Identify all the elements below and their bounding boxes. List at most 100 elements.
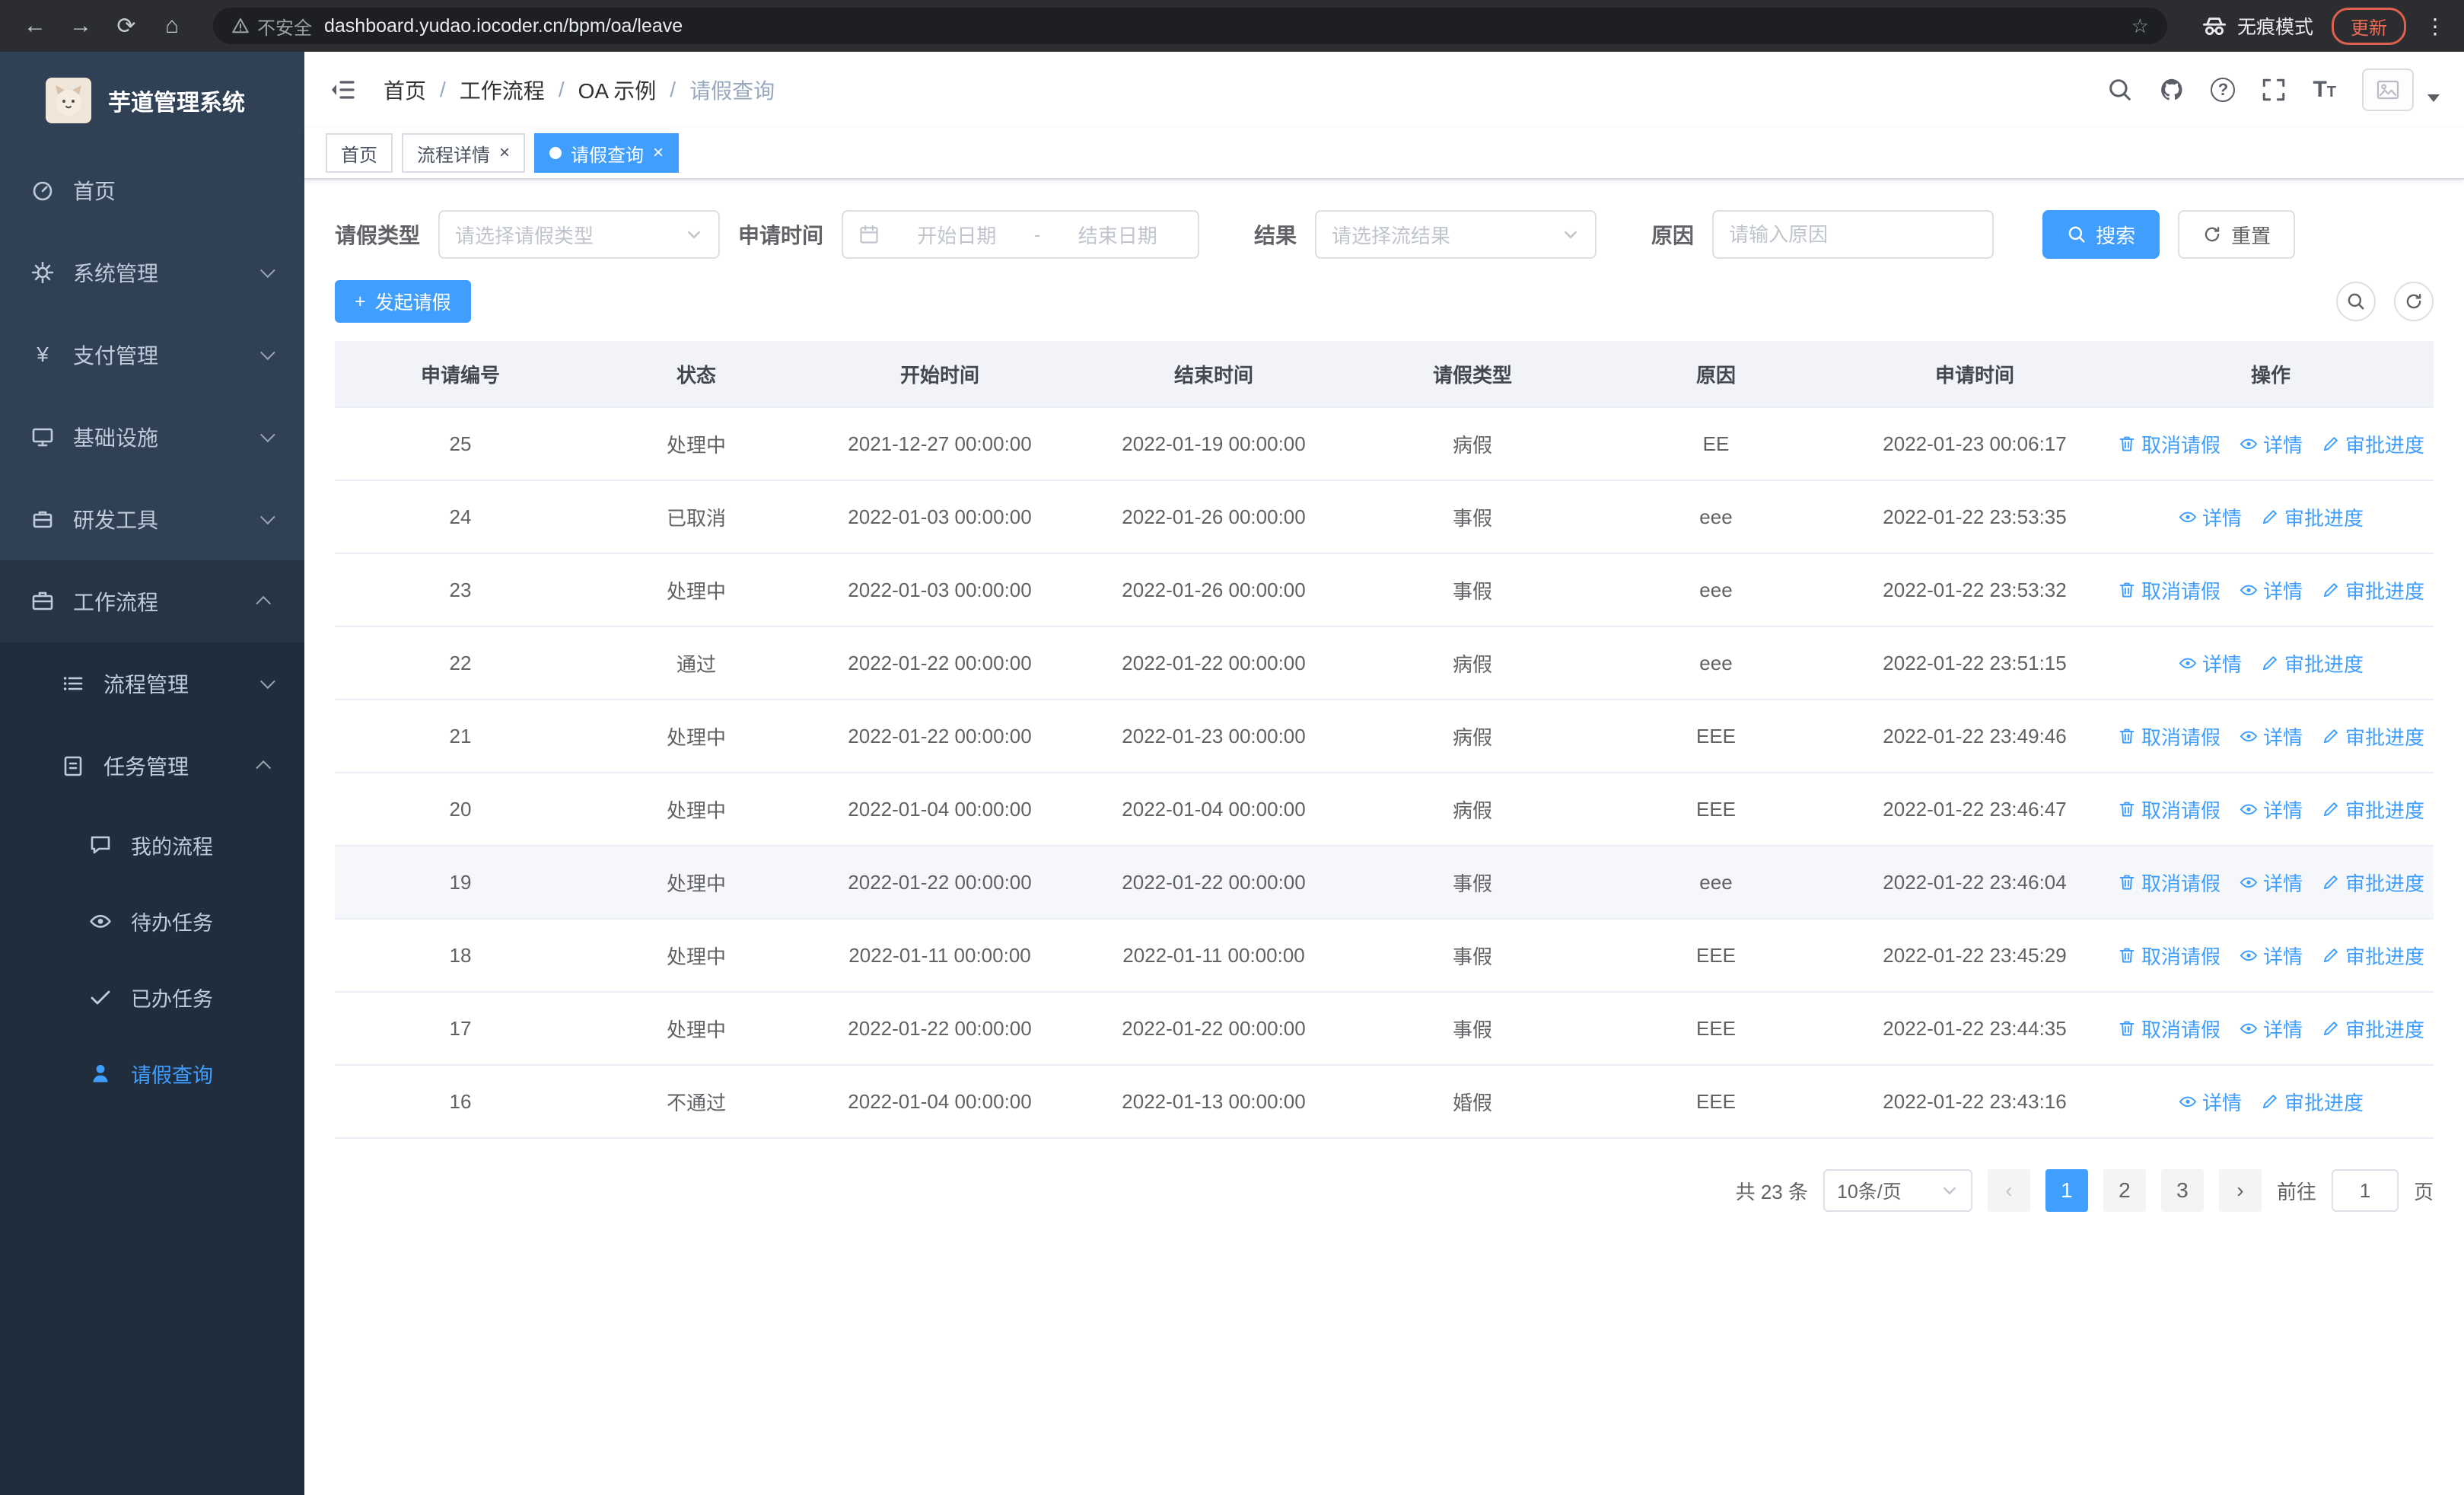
detail-link[interactable]: 详情 — [2239, 869, 2303, 897]
approval-progress-link[interactable]: 审批进度 — [2321, 1015, 2424, 1043]
breadcrumb-item[interactable]: 首页 — [384, 75, 426, 105]
apply-time-range-picker[interactable]: 开始日期 - 结束日期 — [842, 210, 1200, 259]
cell-actions: 取消请假 详情 审批进度 — [2108, 1015, 2434, 1043]
reason-input[interactable] — [1712, 210, 1994, 259]
create-leave-button[interactable]: + 发起请假 — [335, 280, 471, 323]
dashboard-icon — [33, 181, 53, 201]
cell-reason: eee — [1699, 578, 1733, 601]
sidebar-item-task-management[interactable]: 任务管理 — [0, 725, 304, 807]
detail-link[interactable]: 详情 — [2178, 1088, 2242, 1116]
cancel-leave-link[interactable]: 取消请假 — [2117, 430, 2220, 458]
approval-progress-link[interactable]: 审批进度 — [2260, 649, 2364, 677]
cancel-leave-link[interactable]: 取消请假 — [2117, 722, 2220, 751]
sidebar-item-todo-tasks[interactable]: 待办任务 — [0, 883, 304, 959]
result-select[interactable]: 请选择流结果 — [1315, 210, 1597, 259]
search-button[interactable]: 搜索 — [2042, 210, 2160, 259]
approval-progress-link[interactable]: 审批进度 — [2321, 722, 2424, 751]
back-button[interactable]: ← — [15, 8, 55, 44]
approval-progress-link[interactable]: 审批进度 — [2321, 942, 2424, 970]
bookmark-star-icon[interactable]: ☆ — [2131, 14, 2149, 38]
browser-menu-icon[interactable]: ⋮ — [2421, 14, 2449, 39]
sidebar-item-dev-tools[interactable]: 研发工具 — [0, 478, 304, 560]
cell-apply-id: 18 — [449, 943, 472, 967]
cancel-leave-link[interactable]: 取消请假 — [2117, 869, 2220, 897]
user-avatar[interactable] — [2362, 69, 2414, 111]
reset-button[interactable]: 重置 — [2178, 210, 2296, 259]
detail-link[interactable]: 详情 — [2239, 576, 2303, 604]
cell-apply-id: 19 — [449, 870, 472, 894]
detail-link[interactable]: 详情 — [2178, 649, 2242, 677]
edit-pen-icon — [2262, 510, 2277, 524]
page-number-button[interactable]: 2 — [2103, 1169, 2146, 1212]
update-button[interactable]: 更新 — [2332, 7, 2406, 45]
content-area: 请假类型 请选择请假类型 申请时间 开始日期 - 结束日期 结果 请选择流结果 … — [304, 180, 2464, 1495]
sidebar-collapse-button[interactable] — [329, 76, 356, 104]
sidebar-item-done-tasks[interactable]: 已办任务 — [0, 959, 304, 1035]
reload-button[interactable]: ⟳ — [107, 8, 146, 44]
search-icon[interactable] — [2107, 77, 2133, 103]
close-icon[interactable]: × — [653, 144, 664, 162]
breadcrumb-separator: / — [558, 78, 565, 101]
security-chip[interactable]: 不安全 — [231, 13, 312, 40]
result-label: 结果 — [1254, 224, 1297, 247]
fullscreen-icon[interactable] — [2261, 77, 2287, 103]
tab-home[interactable]: 首页 — [326, 133, 393, 173]
cancel-leave-link[interactable]: 取消请假 — [2117, 795, 2220, 824]
breadcrumb-item[interactable]: 工作流程 — [460, 75, 545, 105]
detail-link[interactable]: 详情 — [2239, 722, 2303, 751]
page-size-select[interactable]: 10条/页 — [1823, 1169, 1972, 1212]
sidebar-item-label: 流程管理 — [103, 673, 189, 696]
cancel-leave-link[interactable]: 取消请假 — [2117, 576, 2220, 604]
avatar-dropdown-caret-icon[interactable] — [2427, 94, 2440, 102]
sidebar-item-home[interactable]: 首页 — [0, 149, 304, 231]
tab-process-detail[interactable]: 流程详情 × — [402, 133, 526, 173]
tab-label: 首页 — [341, 145, 377, 166]
cell-leave-type: 病假 — [1452, 799, 1492, 822]
page-number-button[interactable]: 1 — [2045, 1169, 2088, 1212]
breadcrumb-item[interactable]: OA 示例 — [578, 75, 657, 105]
approval-progress-link[interactable]: 审批进度 — [2321, 869, 2424, 897]
approval-progress-label: 审批进度 — [2345, 872, 2425, 895]
edit-pen-icon — [2323, 802, 2338, 817]
approval-progress-link[interactable]: 审批进度 — [2321, 795, 2424, 824]
search-toggle-button[interactable] — [2336, 282, 2376, 321]
sidebar-item-system-management[interactable]: 系统管理 — [0, 231, 304, 314]
font-size-icon[interactable]: TT — [2313, 77, 2336, 103]
github-icon[interactable] — [2159, 77, 2185, 103]
page-number-button[interactable]: 3 — [2160, 1169, 2204, 1212]
sidebar-item-workflow[interactable]: 工作流程 — [0, 560, 304, 642]
detail-link[interactable]: 详情 — [2239, 795, 2303, 824]
browser-toolbar: ← → ⟳ ⌂ 不安全 dashboard.yudao.iocoder.cn/b… — [0, 0, 2464, 52]
detail-link[interactable]: 详情 — [2239, 430, 2303, 458]
prev-page-button[interactable]: ‹ — [1987, 1169, 2030, 1212]
approval-progress-link[interactable]: 审批进度 — [2321, 576, 2424, 604]
sidebar-item-process-management[interactable]: 流程管理 — [0, 642, 304, 725]
approval-progress-link[interactable]: 审批进度 — [2321, 430, 2424, 458]
next-page-button[interactable]: › — [2218, 1169, 2262, 1212]
cell-apply-id: 16 — [449, 1089, 472, 1113]
cell-start-time: 2022-01-22 00:00:00 — [848, 1016, 1032, 1040]
chevron-down-icon — [259, 509, 275, 525]
approval-progress-link[interactable]: 审批进度 — [2260, 503, 2364, 531]
sidebar-item-infrastructure[interactable]: 基础设施 — [0, 396, 304, 478]
address-bar[interactable]: 不安全 dashboard.yudao.iocoder.cn/bpm/oa/le… — [213, 8, 2167, 44]
detail-label: 详情 — [2201, 652, 2242, 676]
leave-type-select[interactable]: 请选择请假类型 — [438, 210, 721, 259]
close-icon[interactable]: × — [499, 144, 510, 162]
refresh-button[interactable] — [2394, 282, 2434, 321]
detail-link[interactable]: 详情 — [2178, 503, 2242, 531]
sidebar-item-payment-management[interactable]: ¥ 支付管理 — [0, 314, 304, 396]
sidebar-item-my-process[interactable]: 我的流程 — [0, 807, 304, 883]
leave-type-label: 请假类型 — [335, 224, 421, 247]
home-button[interactable]: ⌂ — [152, 8, 192, 44]
approval-progress-link[interactable]: 审批进度 — [2260, 1088, 2364, 1116]
detail-link[interactable]: 详情 — [2239, 1015, 2303, 1043]
help-icon[interactable]: ? — [2211, 78, 2236, 102]
cancel-leave-link[interactable]: 取消请假 — [2117, 1015, 2220, 1043]
tab-leave-query[interactable]: 请假查询 × — [534, 133, 680, 173]
detail-link[interactable]: 详情 — [2239, 942, 2303, 970]
goto-page-input[interactable] — [2331, 1169, 2399, 1212]
cancel-leave-link[interactable]: 取消请假 — [2117, 942, 2220, 970]
forward-button[interactable]: → — [61, 8, 100, 44]
sidebar-item-leave-query[interactable]: 请假查询 — [0, 1035, 304, 1111]
